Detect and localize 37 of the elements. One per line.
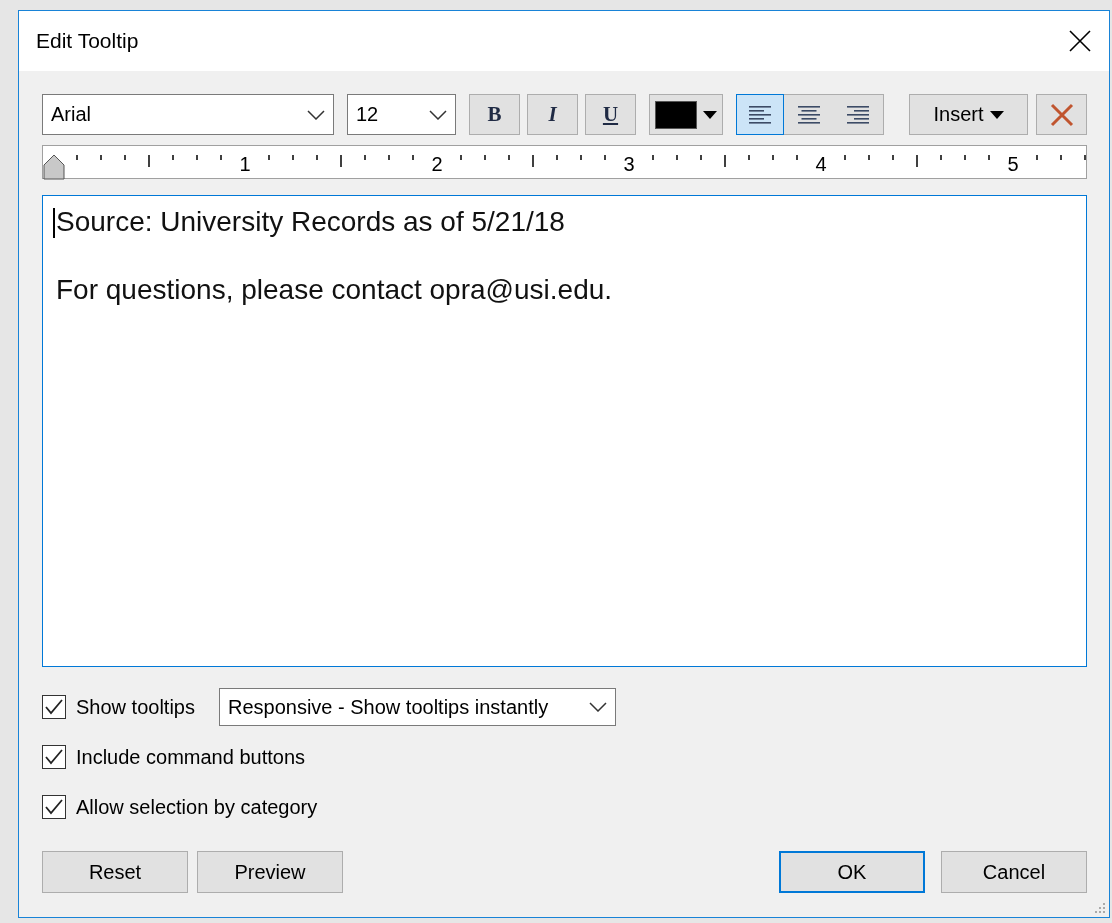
align-right-icon — [847, 105, 869, 124]
caret-icon — [989, 110, 1004, 119]
window-title: Edit Tooltip — [36, 29, 139, 53]
font-dropdown[interactable]: Arial — [42, 94, 334, 135]
chevron-down-icon — [588, 702, 607, 712]
align-center-icon — [797, 105, 820, 124]
text-cursor — [53, 208, 55, 238]
chevron-down-icon — [429, 109, 447, 120]
reset-button[interactable]: Reset — [42, 851, 188, 893]
italic-button[interactable]: I — [527, 94, 578, 135]
insert-button[interactable]: Insert — [909, 94, 1028, 135]
text-color-button[interactable] — [649, 94, 723, 135]
checkbox[interactable] — [42, 695, 66, 719]
editor-text: Source: University Records as of 5/21/18 — [56, 206, 565, 238]
resize-grip-icon — [1094, 902, 1106, 914]
tooltip-editor[interactable]: Source: University Records as of 5/21/18 For questions, please contact opra@usi.edu. — [42, 195, 1087, 667]
option-label: Include command buttons — [76, 745, 306, 769]
editor-text: For questions, please contact opra@usi.edu. — [56, 274, 613, 306]
clear-button[interactable] — [1036, 94, 1087, 135]
caret-icon — [703, 110, 717, 119]
option-label: Show tooltips — [76, 695, 195, 719]
chevron-down-icon — [307, 109, 325, 120]
font-size-dropdown[interactable]: 12 — [347, 94, 456, 135]
align-left-button[interactable] — [736, 94, 784, 135]
default-button[interactable]: OK — [779, 851, 925, 893]
tooltip-mode-dropdown[interactable]: Responsive - Show tooltips instantly — [218, 688, 616, 726]
bold-button[interactable]: B — [469, 94, 520, 135]
indent-marker-icon — [43, 154, 65, 180]
close-icon — [1069, 30, 1091, 52]
close-icon — [1049, 102, 1074, 127]
preview-button[interactable]: Preview — [197, 851, 343, 893]
underline-button[interactable]: U — [585, 94, 636, 135]
align-left-icon — [749, 105, 771, 124]
checkbox[interactable] — [42, 745, 66, 769]
dialog-button[interactable]: Cancel — [941, 851, 1087, 893]
option-label: Allow selection by category — [76, 795, 318, 819]
checkbox[interactable] — [42, 795, 66, 819]
